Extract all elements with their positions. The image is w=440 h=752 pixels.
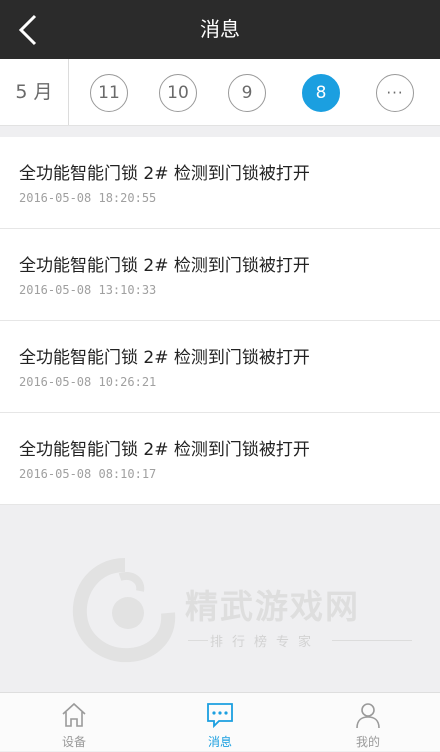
tab-profile[interactable]: 我的 <box>318 693 418 752</box>
watermark-divider <box>188 640 208 641</box>
message-title: 全功能智能门锁 2# 检测到门锁被打开 <box>19 440 310 460</box>
message-list: 全功能智能门锁 2# 检测到门锁被打开 2016-05-08 18:20:55 … <box>0 137 440 505</box>
tab-messages[interactable]: 消息 <box>170 693 270 752</box>
app-header: 消息 <box>0 0 440 59</box>
day-8-button[interactable]: 8 <box>302 74 340 112</box>
bottom-tab-bar: 设备 消息 我的 <box>0 692 440 751</box>
list-item[interactable]: 全功能智能门锁 2# 检测到门锁被打开 2016-05-08 08:10:17 <box>0 413 440 505</box>
message-title: 全功能智能门锁 2# 检测到门锁被打开 <box>19 348 310 368</box>
watermark-logo-icon <box>72 558 176 663</box>
tab-devices[interactable]: 设备 <box>24 693 124 752</box>
watermark-title: 精武游戏网 <box>185 587 360 626</box>
more-days-button[interactable]: ··· <box>376 74 414 112</box>
home-icon <box>62 702 86 727</box>
message-time: 2016-05-08 10:26:21 <box>19 375 157 389</box>
message-title: 全功能智能门锁 2# 检测到门锁被打开 <box>19 164 310 184</box>
list-item[interactable]: 全功能智能门锁 2# 检测到门锁被打开 2016-05-08 18:20:55 <box>0 137 440 229</box>
message-time: 2016-05-08 13:10:33 <box>19 283 157 297</box>
message-time: 2016-05-08 18:20:55 <box>19 191 157 205</box>
day-9-button[interactable]: 9 <box>228 74 266 112</box>
month-label: 5 月 <box>0 59 69 125</box>
message-time: 2016-05-08 08:10:17 <box>19 467 157 481</box>
watermark: 精武游戏网 排行榜专家 <box>70 555 420 665</box>
person-icon <box>356 703 380 729</box>
chat-icon <box>207 703 233 729</box>
message-title: 全功能智能门锁 2# 检测到门锁被打开 <box>19 256 310 276</box>
tab-label: 设备 <box>61 735 86 749</box>
day-11-button[interactable]: 11 <box>90 74 128 112</box>
tab-label: 我的 <box>355 735 380 749</box>
day-10-button[interactable]: 10 <box>159 74 197 112</box>
date-selector: 5 月 11 10 9 8 ··· <box>0 59 440 126</box>
list-item[interactable]: 全功能智能门锁 2# 检测到门锁被打开 2016-05-08 13:10:33 <box>0 229 440 321</box>
watermark-subtitle: 排行榜专家 <box>210 635 321 650</box>
tab-label: 消息 <box>207 735 232 749</box>
page-title: 消息 <box>200 17 240 41</box>
list-item[interactable]: 全功能智能门锁 2# 检测到门锁被打开 2016-05-08 10:26:21 <box>0 321 440 413</box>
watermark-divider <box>332 640 412 641</box>
